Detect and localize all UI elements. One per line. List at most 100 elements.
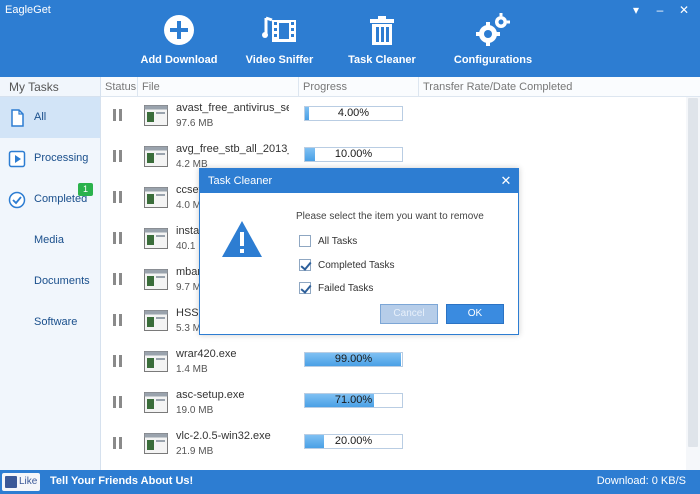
play-icon	[8, 150, 26, 168]
sidebar-item-completed[interactable]: Completed 1	[0, 179, 100, 220]
film-music-icon	[261, 16, 296, 42]
sidebar-item-label: Software	[34, 316, 78, 328]
exe-file-icon	[144, 310, 168, 331]
sidebar-heading: My Tasks	[0, 77, 100, 97]
completed-tasks-checkbox[interactable]	[299, 259, 311, 271]
sidebar-item-label: All	[34, 111, 47, 123]
pause-icon[interactable]	[113, 437, 123, 449]
sidebar: My Tasks All Processing Completed 1 Medi…	[0, 77, 101, 470]
failed-tasks-checkbox[interactable]	[299, 282, 311, 294]
exe-file-icon	[144, 269, 168, 290]
like-label: Like	[19, 476, 38, 487]
progress-text: 99.00%	[334, 353, 373, 365]
exe-file-icon	[144, 146, 168, 167]
progress-bar: 10.00%	[304, 147, 403, 162]
warning-icon	[222, 221, 262, 257]
task-cleaner-button[interactable]: Task Cleaner	[331, 10, 433, 72]
column-transfer-rate[interactable]: Transfer Rate/Date Completed	[419, 77, 700, 96]
pause-icon[interactable]	[113, 355, 123, 367]
file-name: vlc-2.0.5-win32.exe	[176, 430, 271, 442]
menu-dropdown-button[interactable]: ▾	[626, 2, 646, 18]
progress-text: 20.00%	[334, 435, 373, 447]
sidebar-item-documents[interactable]: Documents	[0, 261, 100, 302]
pause-icon[interactable]	[113, 191, 123, 203]
file-size: 1.4 MB	[176, 364, 208, 375]
sidebar-item-label: Processing	[34, 152, 89, 164]
option-label: Completed Tasks	[318, 259, 395, 271]
trash-can-icon	[370, 16, 394, 45]
exe-file-icon	[144, 351, 168, 372]
file-size: 97.6 MB	[176, 118, 214, 129]
column-header: Status File Progress Transfer Rate/Date …	[101, 77, 700, 97]
progress-bar: 71.00%	[304, 393, 403, 408]
video-sniffer-label: Video Sniffer	[245, 54, 314, 66]
column-progress[interactable]: Progress	[299, 77, 419, 96]
pause-icon[interactable]	[113, 232, 123, 244]
exe-file-icon	[144, 433, 168, 454]
option-all-tasks[interactable]: All Tasks	[299, 233, 357, 249]
pause-icon[interactable]	[113, 150, 123, 162]
file-name: avg_free_stb_all_2013_280!	[176, 143, 289, 155]
document-icon	[11, 109, 24, 127]
file-name: avast_free_antivirus_setup	[176, 102, 289, 114]
minimize-button[interactable]: –	[650, 2, 670, 18]
option-failed-tasks[interactable]: Failed Tasks	[299, 280, 373, 296]
dialog-close-button[interactable]: ✕	[495, 170, 517, 192]
option-label: All Tasks	[318, 235, 358, 247]
sidebar-item-media[interactable]: Media	[0, 220, 100, 261]
table-row[interactable]: wrar420.exe 1.4 MB 99.00%	[101, 343, 685, 384]
dialog-prompt: Please select the item you want to remov…	[296, 211, 484, 222]
table-row[interactable]: asc-setup.exe 19.0 MB 71.00%	[101, 384, 685, 425]
top-bar: EagleGet ▾ – ✕ Add Download Video Sniffe…	[0, 0, 700, 77]
sidebar-nav: All Processing Completed 1 Media Documen…	[0, 97, 100, 343]
completed-count-badge: 1	[78, 183, 93, 196]
check-circle-icon	[8, 191, 26, 209]
pause-icon[interactable]	[113, 273, 123, 285]
progress-bar: 20.00%	[304, 434, 403, 449]
file-size: 4.0 M	[176, 200, 202, 211]
table-row[interactable]: vlc-2.0.5-win32.exe 21.9 MB 20.00%	[101, 425, 685, 466]
gears-icon	[476, 13, 510, 46]
pause-icon[interactable]	[113, 109, 123, 121]
toolbar: Add Download Video Sniffer Task Cleaner …	[130, 10, 553, 72]
status-bar: Like Tell Your Friends About Us! Downloa…	[0, 470, 700, 494]
add-download-button[interactable]: Add Download	[130, 10, 228, 72]
like-button[interactable]: Like	[2, 473, 40, 491]
file-name: wrar420.exe	[176, 348, 237, 360]
progress-text: 10.00%	[334, 148, 373, 160]
progress-bar: 4.00%	[304, 106, 403, 121]
sidebar-item-software[interactable]: Software	[0, 302, 100, 343]
dialog-title: Task Cleaner	[200, 169, 518, 193]
file-name: asc-setup.exe	[176, 389, 245, 401]
tell-friends-link[interactable]: Tell Your Friends About Us!	[50, 475, 193, 487]
exe-file-icon	[144, 105, 168, 126]
app-title: EagleGet	[5, 4, 51, 16]
exe-file-icon	[144, 228, 168, 249]
task-cleaner-label: Task Cleaner	[348, 54, 416, 66]
ok-button[interactable]: OK	[446, 304, 504, 324]
column-status[interactable]: Status	[101, 77, 138, 96]
sidebar-item-label: Documents	[34, 275, 90, 287]
pause-icon[interactable]	[113, 396, 123, 408]
scrollbar-thumb[interactable]	[688, 98, 698, 447]
option-completed-tasks[interactable]: Completed Tasks	[299, 257, 395, 273]
sidebar-item-all[interactable]: All	[0, 97, 100, 138]
all-tasks-checkbox[interactable]	[299, 235, 311, 247]
pause-icon[interactable]	[113, 314, 123, 326]
option-label: Failed Tasks	[318, 282, 374, 294]
file-size: 21.9 MB	[176, 446, 214, 457]
add-download-label: Add Download	[140, 54, 218, 66]
cancel-button[interactable]: Cancel	[380, 304, 438, 324]
file-size: 5.3 M	[176, 323, 202, 334]
thumbs-up-icon	[5, 476, 17, 488]
video-sniffer-button[interactable]: Video Sniffer	[228, 10, 331, 72]
table-row[interactable]: avast_free_antivirus_setup 97.6 MB 4.00%	[101, 97, 685, 138]
file-size: 9.7 M	[176, 282, 202, 293]
close-button[interactable]: ✕	[674, 2, 694, 18]
configurations-button[interactable]: Configurations	[433, 10, 553, 72]
column-file[interactable]: File	[138, 77, 299, 96]
file-size: 40.1 I	[176, 241, 202, 252]
sidebar-item-processing[interactable]: Processing	[0, 138, 100, 179]
plus-circle-icon	[164, 15, 194, 45]
exe-file-icon	[144, 392, 168, 413]
